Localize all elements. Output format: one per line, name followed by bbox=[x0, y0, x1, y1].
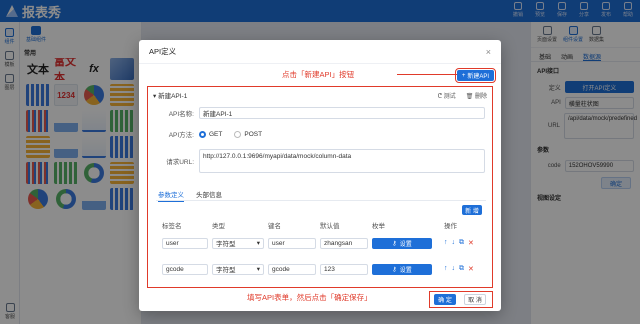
key-input[interactable]: gcode bbox=[268, 263, 316, 275]
param-table: 标签名 类型 键名 默认值 枚举 操作 user 字符型 ▾ user zhang… bbox=[158, 219, 484, 282]
copy-icon[interactable]: ⧉ bbox=[459, 239, 464, 247]
add-param-button[interactable]: 新 增 bbox=[462, 205, 482, 215]
delete-row-icon[interactable]: ✕ bbox=[468, 265, 474, 273]
enum-settings-button[interactable]: ⚷ 设置 bbox=[372, 263, 432, 275]
api-method-label: API方法: bbox=[168, 132, 194, 139]
api-definition-dialog: API定义 × 点击「新建API」按钮 + 新建API ▾ 新建API-1 ᕦ … bbox=[139, 40, 501, 311]
label-input[interactable]: gcode bbox=[162, 263, 208, 275]
trash-icon: 🗑︎ bbox=[465, 93, 475, 100]
move-up-icon[interactable]: ↑ bbox=[444, 239, 448, 247]
key-input[interactable]: user bbox=[268, 237, 316, 249]
type-select[interactable]: 字符型 ▾ bbox=[212, 237, 264, 249]
confirm-save-button[interactable]: 确 定 bbox=[434, 294, 456, 305]
request-url-textarea[interactable]: http://127.0.0.1:9696/myapi/data/mock/co… bbox=[199, 149, 485, 173]
col-type: 类型 bbox=[212, 222, 225, 230]
move-up-icon[interactable]: ↑ bbox=[444, 265, 448, 273]
col-label: 标签名 bbox=[162, 222, 182, 230]
col-actions: 操作 bbox=[444, 222, 457, 230]
col-default: 默认值 bbox=[320, 222, 340, 230]
hint-fill-form: 填写API表单，然后点击「确定保存」 bbox=[247, 293, 372, 302]
new-api-button[interactable]: + 新建API bbox=[454, 68, 497, 83]
table-row: gcode 字符型 ▾ gcode 123 ⚷ 设置 ↑ ↓ ⧉ ✕ bbox=[158, 256, 484, 282]
api-name-label: API名称: bbox=[168, 111, 194, 118]
api-item-panel: ▾ 新建API-1 ᕦ 测试 🗑︎ 删除 API名称: 新建API-1 API方… bbox=[147, 86, 493, 288]
radio-checked-icon bbox=[199, 130, 206, 138]
cancel-button[interactable]: 取 消 bbox=[464, 294, 486, 305]
dialog-title: API定义 bbox=[149, 47, 177, 56]
table-header-row: 标签名 类型 键名 默认值 枚举 操作 bbox=[158, 219, 484, 230]
default-input[interactable]: zhangsan bbox=[320, 237, 368, 249]
delete-row-icon[interactable]: ✕ bbox=[468, 239, 474, 247]
chevron-down-icon: ▾ bbox=[256, 240, 260, 247]
enum-settings-button[interactable]: ⚷ 设置 bbox=[372, 237, 432, 249]
key-icon: ⚷ bbox=[392, 266, 397, 273]
move-down-icon[interactable]: ↓ bbox=[452, 265, 456, 273]
test-button[interactable]: ᕦ 测试 bbox=[438, 91, 456, 100]
col-key: 键名 bbox=[268, 222, 281, 230]
method-post-radio[interactable]: POST bbox=[234, 130, 262, 138]
chevron-down-icon: ▾ bbox=[256, 266, 260, 273]
plus-icon: + bbox=[461, 72, 466, 79]
tabs-divider bbox=[156, 200, 486, 201]
label-input[interactable]: user bbox=[162, 237, 208, 249]
table-row: user 字符型 ▾ user zhangsan ⚷ 设置 ↑ ↓ ⧉ ✕ bbox=[158, 230, 484, 256]
api-item-name: 新建API-1 bbox=[158, 93, 188, 100]
delete-button[interactable]: 🗑︎ 删除 bbox=[466, 91, 487, 100]
default-input[interactable]: 123 bbox=[320, 263, 368, 275]
copy-icon[interactable]: ⧉ bbox=[459, 265, 464, 273]
api-item-header[interactable]: ▾ 新建API-1 ᕦ 测试 🗑︎ 删除 bbox=[148, 87, 492, 103]
radio-unchecked-icon bbox=[234, 130, 242, 138]
close-icon[interactable]: × bbox=[486, 47, 491, 57]
col-enum: 枚举 bbox=[372, 222, 385, 230]
dialog-header: API定义 × bbox=[139, 40, 501, 64]
key-icon: ⚷ bbox=[392, 240, 397, 247]
method-get-radio[interactable]: GET bbox=[199, 130, 222, 138]
request-url-label: 请求URL: bbox=[166, 159, 194, 166]
type-select[interactable]: 字符型 ▾ bbox=[212, 263, 264, 275]
api-name-input[interactable]: 新建API-1 bbox=[199, 107, 485, 119]
move-down-icon[interactable]: ↓ bbox=[452, 239, 456, 247]
hint-new-api: 点击「新建API」按钮 bbox=[282, 70, 355, 79]
